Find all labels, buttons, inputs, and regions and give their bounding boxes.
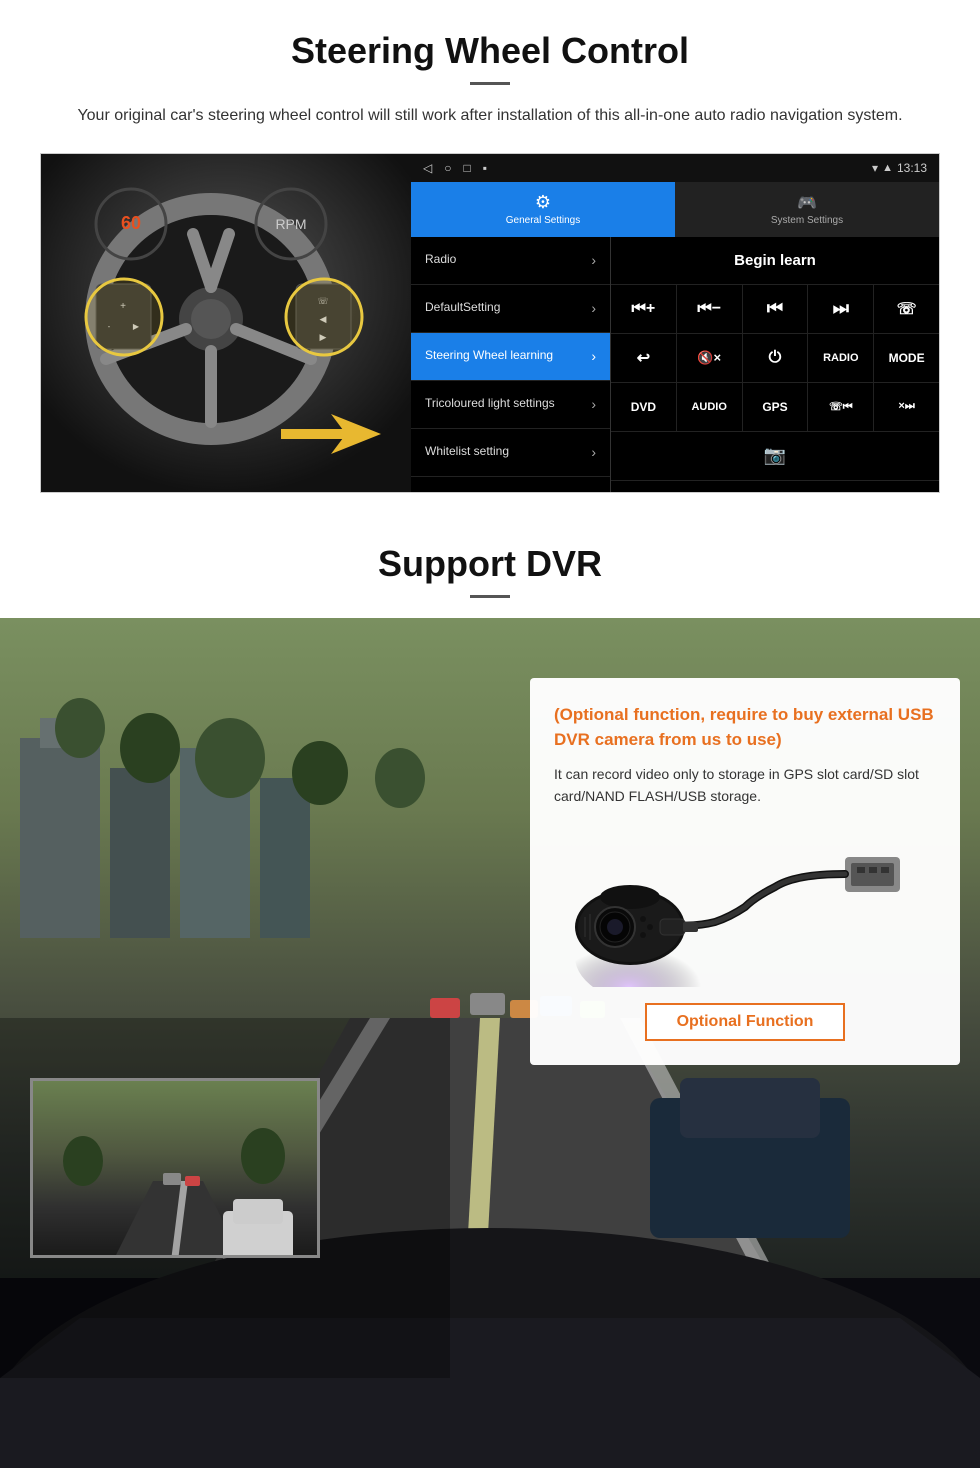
optional-func-container: Optional Function <box>554 1003 936 1041</box>
chevron-icon: › <box>591 444 596 460</box>
btn-phone[interactable]: ☏ <box>874 285 939 333</box>
btn-mute[interactable]: 🔇× <box>677 334 743 382</box>
statusbar: ◁ ○ □ ▪ ▾ ▲ 13:13 <box>411 154 939 182</box>
dvr-preview-image <box>30 1078 320 1258</box>
btn-row-4: 📷 <box>611 432 939 481</box>
chevron-icon: › <box>591 396 596 412</box>
btn-prev[interactable]: ⏮ <box>743 285 809 333</box>
info-panel: (Optional function, require to buy exter… <box>530 678 960 1066</box>
btn-row-3: DVD AUDIO GPS ☏⏮ ×⏭ <box>611 383 939 432</box>
btn-mode[interactable]: MODE <box>874 334 939 382</box>
section-dvr: Support DVR <box>0 513 980 1468</box>
optional-header: (Optional function, require to buy exter… <box>554 702 936 753</box>
menu-item-tricoloured[interactable]: Tricoloured light settings › <box>411 381 610 429</box>
btn-skip-next[interactable]: ×⏭ <box>874 383 939 431</box>
dvr-product-image <box>554 827 936 987</box>
menu-item-defaultsetting[interactable]: DefaultSetting › <box>411 285 610 333</box>
signal-icon: ▾ <box>872 161 878 175</box>
wifi-icon: ▲ <box>882 162 893 174</box>
chevron-icon: › <box>591 348 596 364</box>
dvr-divider <box>470 595 510 598</box>
steering-wheel-image: + - ▶ ☏ ◀ ▶ <box>41 154 411 492</box>
menu-icon: ▪ <box>483 161 487 175</box>
btn-gps[interactable]: GPS <box>743 383 809 431</box>
btn-dvd[interactable]: DVD <box>611 383 677 431</box>
dvr-title-area: Support DVR <box>0 513 980 618</box>
btn-radio[interactable]: RADIO <box>808 334 874 382</box>
menu-item-radio[interactable]: Radio › <box>411 237 610 285</box>
statusbar-left: ◁ ○ □ ▪ <box>423 161 487 175</box>
btn-vol-down[interactable]: ⏮− <box>677 285 743 333</box>
btn-dvr[interactable]: 📷 <box>611 432 939 480</box>
time-display: 13:13 <box>897 161 927 175</box>
panel-menu: Radio › DefaultSetting › Steering Wheel … <box>411 237 939 492</box>
menu-content: Begin learn ⏮+ ⏮− ⏮ ⏭ ☏ ↩ 🔇× <box>611 237 939 492</box>
dvr-title: Support DVR <box>40 543 940 585</box>
menu-list: Radio › DefaultSetting › Steering Wheel … <box>411 237 611 492</box>
section2-bottom <box>0 1378 980 1468</box>
btn-audio[interactable]: AUDIO <box>677 383 743 431</box>
statusbar-right: ▾ ▲ 13:13 <box>872 161 927 175</box>
recents-icon: □ <box>463 161 470 175</box>
optional-function-button[interactable]: Optional Function <box>645 1003 846 1041</box>
dvr-content: (Optional function, require to buy exter… <box>0 618 980 1378</box>
swc-container: + - ▶ ☏ ◀ ▶ <box>40 153 940 493</box>
menu-item-steering-wheel[interactable]: Steering Wheel learning › <box>411 333 610 381</box>
begin-learn-row: Begin learn <box>611 237 939 285</box>
dvr-product-svg <box>555 827 935 987</box>
steering-wheel-svg: + - ▶ ☏ ◀ ▶ <box>41 154 411 492</box>
btn-next[interactable]: ⏭ <box>808 285 874 333</box>
section-steering-wheel: Steering Wheel Control Your original car… <box>0 0 980 513</box>
menu-item-whitelist[interactable]: Whitelist setting › <box>411 429 610 477</box>
panel-tabs: ⚙ General Settings 🎮 System Settings <box>411 182 939 237</box>
dvr-description: It can record video only to storage in G… <box>554 763 936 808</box>
section1-subtitle: Your original car's steering wheel contr… <box>60 103 920 129</box>
btn-phone-prev[interactable]: ☏⏮ <box>808 383 874 431</box>
tab-system[interactable]: 🎮 System Settings <box>675 182 939 237</box>
btn-back[interactable]: ↩ <box>611 334 677 382</box>
begin-learn-button[interactable]: Begin learn <box>734 252 816 269</box>
btn-row-1: ⏮+ ⏮− ⏮ ⏭ ☏ <box>611 285 939 334</box>
back-icon: ◁ <box>423 161 432 175</box>
section1-title: Steering Wheel Control <box>40 30 940 72</box>
svg-text:RPM: RPM <box>275 216 306 232</box>
btn-power[interactable]: ⏻ <box>743 334 809 382</box>
btn-vol-up[interactable]: ⏮+ <box>611 285 677 333</box>
svg-text:60: 60 <box>121 213 141 233</box>
section1-divider <box>470 82 510 85</box>
chevron-icon: › <box>591 252 596 268</box>
chevron-icon: › <box>591 300 596 316</box>
swc-image-inner: + - ▶ ☏ ◀ ▶ <box>41 154 411 492</box>
dvr-preview-svg <box>33 1081 320 1258</box>
button-grid: ⏮+ ⏮− ⏮ ⏭ ☏ ↩ 🔇× ⏻ RADIO MODE <box>611 285 939 481</box>
system-settings-icon: 🎮 <box>797 193 817 213</box>
general-settings-icon: ⚙ <box>535 192 551 213</box>
tab-general[interactable]: ⚙ General Settings <box>411 182 675 237</box>
btn-row-2: ↩ 🔇× ⏻ RADIO MODE <box>611 334 939 383</box>
android-panel: ◁ ○ □ ▪ ▾ ▲ 13:13 ⚙ General Settings <box>411 154 939 492</box>
home-icon: ○ <box>444 161 451 175</box>
